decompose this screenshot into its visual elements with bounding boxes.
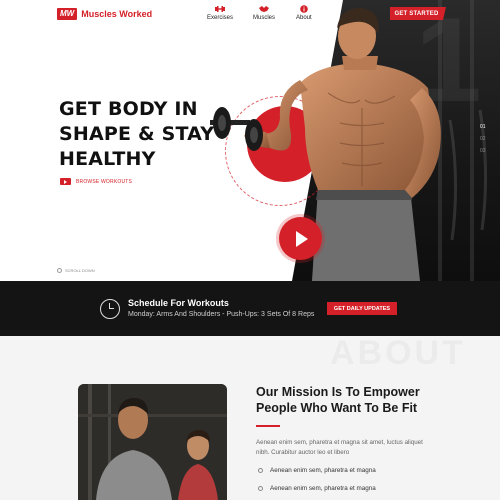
play-icon	[296, 230, 308, 247]
logo-badge: MW	[57, 8, 78, 20]
mission-title-line: Our Mission Is To Empower	[256, 385, 420, 399]
mission-title-line: People Who Want To Be Fit	[256, 401, 418, 415]
team-photo	[78, 384, 227, 500]
pager-item-3[interactable]: 03	[480, 148, 486, 154]
pager-item-1[interactable]: 01	[480, 124, 486, 130]
mission-bullet: Aenean enim sem, pharetra et magna	[258, 467, 376, 474]
logo-text: Muscles Worked	[81, 9, 153, 19]
mission-bullet: Aenean enim sem, pharetra et magna	[258, 485, 376, 492]
trainers-image	[78, 384, 227, 500]
scroll-circle-icon	[57, 268, 62, 273]
bullet-text: Aenean enim sem, pharetra et magna	[270, 485, 376, 492]
title-divider	[256, 425, 280, 427]
mission-title: Our Mission Is To Empower People Who Wan…	[256, 384, 426, 416]
schedule-bar	[0, 281, 500, 336]
bullet-text: Aenean enim sem, pharetra et magna	[270, 467, 376, 474]
browse-workouts-label: BROWSE WORKOUTS	[76, 178, 133, 185]
section-ghost-heading: ABOUT	[330, 336, 466, 370]
headline-line: HEALTHY	[59, 148, 156, 170]
scroll-down-link[interactable]: SCROLL DOWN	[57, 268, 95, 273]
clock-icon	[100, 299, 120, 319]
schedule-title: Schedule For Workouts	[128, 298, 229, 308]
mission-body: Aenean enim sem, pharetra et magna sit a…	[256, 439, 423, 456]
bullet-circle-icon	[258, 468, 263, 473]
athlete-image	[210, 8, 441, 281]
brand-logo[interactable]: MW Muscles Worked	[57, 8, 152, 20]
play-video-button[interactable]	[279, 217, 322, 260]
headline-line: GET BODY IN	[59, 98, 198, 120]
play-icon	[60, 178, 71, 185]
scroll-down-label: SCROLL DOWN	[65, 268, 95, 273]
pager-item-2[interactable]: 02	[480, 136, 486, 142]
bullet-circle-icon	[258, 486, 263, 491]
get-daily-updates-button[interactable]: GET DAILY UPDATES	[327, 302, 397, 315]
headline-line: SHAPE & STAY	[59, 123, 215, 145]
schedule-subtitle: Monday: Arms And Shoulders - Push-Ups: 3…	[128, 311, 315, 318]
hero-pager: 01 02 03	[480, 124, 486, 154]
browse-workouts-link[interactable]: BROWSE WORKOUTS	[60, 178, 132, 185]
hero-headline: GET BODY IN SHAPE & STAY HEALTHY	[59, 97, 219, 172]
